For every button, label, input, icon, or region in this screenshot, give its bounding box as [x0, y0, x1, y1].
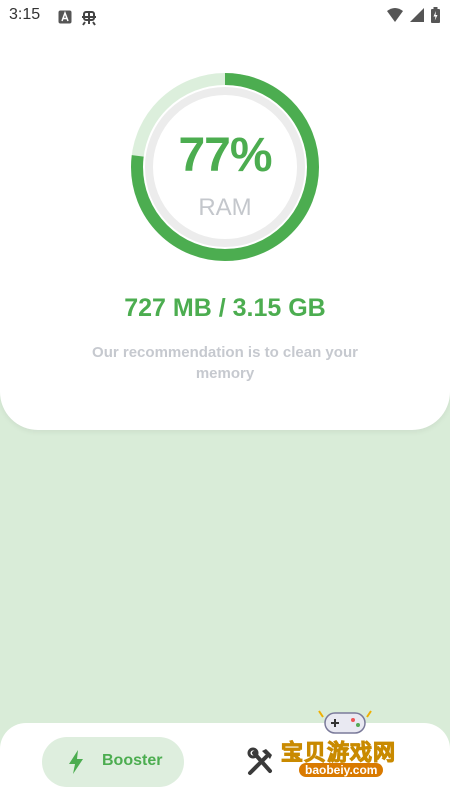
- notification-a-icon: [58, 10, 72, 29]
- lightning-bolt-icon: [68, 750, 84, 779]
- booster-label: Booster: [102, 752, 163, 769]
- gamepad-icon: [318, 710, 372, 734]
- memory-usage: 727 MB / 3.15 GB: [124, 294, 326, 322]
- status-bar: 3:15: [0, 0, 450, 34]
- status-time: 3:15: [9, 6, 41, 23]
- ram-label: RAM: [198, 194, 252, 221]
- tools-icon: [244, 747, 278, 783]
- booster-button[interactable]: Booster: [42, 737, 184, 787]
- wifi-icon: [387, 8, 403, 27]
- bug-icon: [80, 8, 98, 31]
- watermark-url: baobeiy.com: [299, 763, 384, 777]
- status-icons-left: [58, 8, 98, 31]
- battery-icon: [431, 7, 440, 28]
- ram-card: 77% RAM 727 MB / 3.15 GB Our recommendat…: [0, 0, 450, 430]
- recommendation-text: Our recommendation is to clean your memo…: [92, 344, 358, 382]
- signal-icon: [410, 8, 424, 27]
- watermark-logo: 宝贝游戏网 baobeiy.com: [275, 705, 425, 785]
- status-icons-right: [387, 7, 440, 28]
- ram-percent: 77%: [178, 129, 272, 182]
